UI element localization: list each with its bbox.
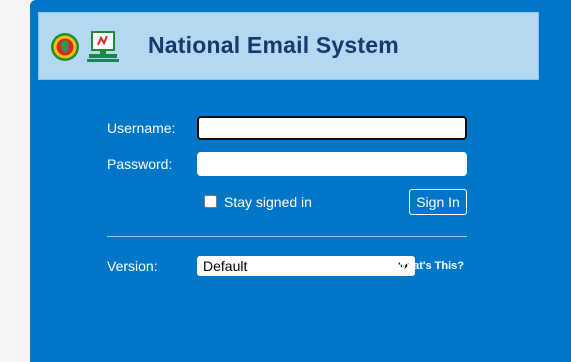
stay-signed-in-checkbox[interactable] <box>204 195 217 208</box>
version-label: Version: <box>107 258 158 274</box>
username-input[interactable] <box>197 116 467 140</box>
login-panel: National Email System Username: Password… <box>30 0 571 362</box>
computer-terminal-icon <box>87 31 119 62</box>
version-selected-value: Default <box>203 258 248 274</box>
bangladesh-emblem-icon <box>51 33 79 61</box>
sign-in-button[interactable]: Sign In <box>409 189 467 215</box>
version-select[interactable]: Default <box>197 256 415 276</box>
password-input[interactable] <box>197 152 467 176</box>
page-title: National Email System <box>148 32 399 58</box>
password-label: Password: <box>107 156 173 172</box>
divider <box>107 236 467 237</box>
header-banner: National Email System <box>38 12 539 80</box>
whats-this-link[interactable]: What's This? <box>396 260 464 272</box>
stay-signed-in-label[interactable]: Stay signed in <box>224 194 312 210</box>
username-label: Username: <box>107 120 176 136</box>
